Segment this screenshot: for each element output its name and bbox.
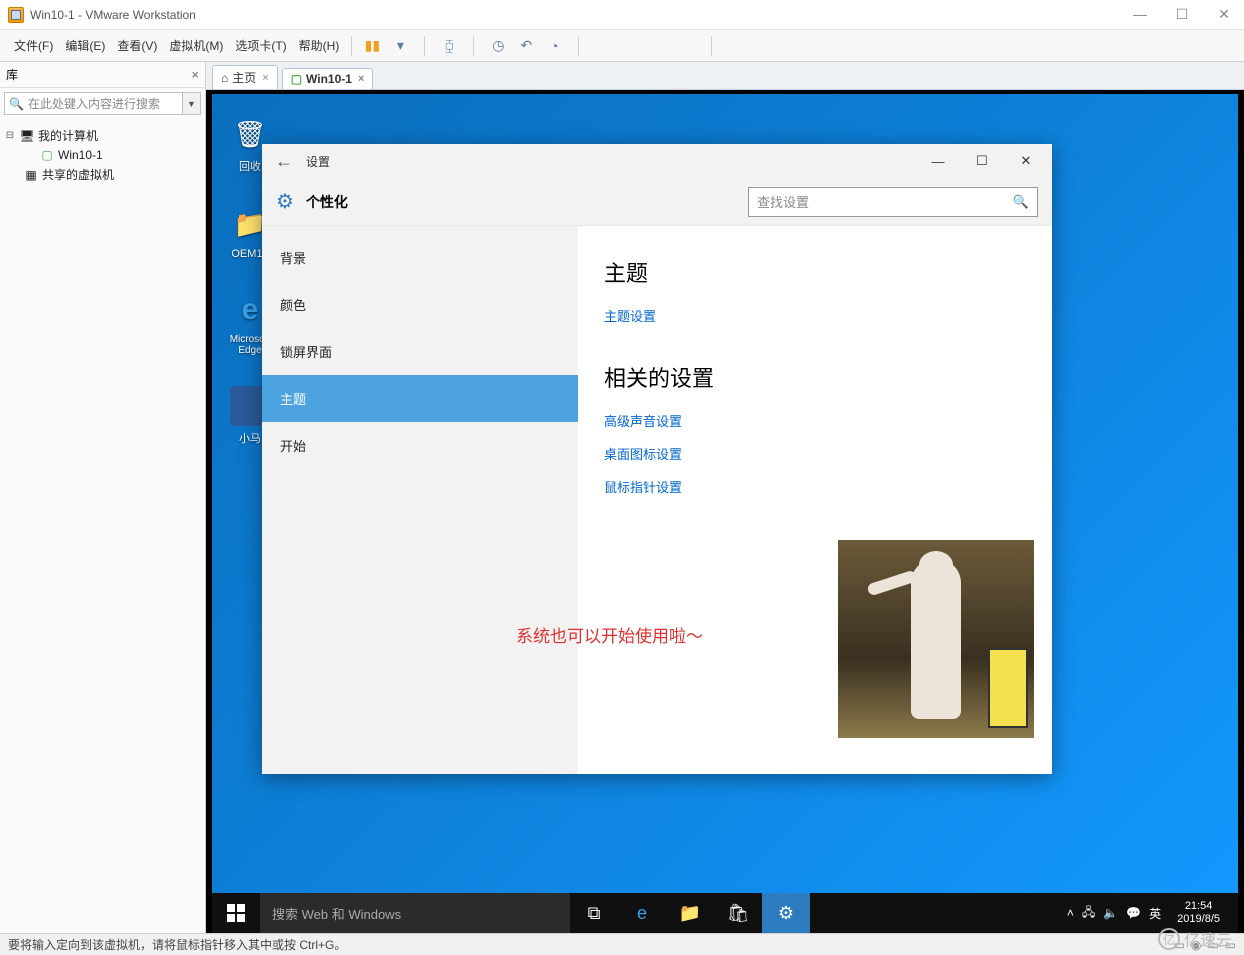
view-mode-1-icon[interactable] (593, 36, 613, 56)
system-tray: ˄ 🖧 🔈 💬 英 21:54 2019/8/5 (1057, 900, 1238, 926)
task-view-icon[interactable]: ⧉ (570, 893, 618, 933)
nav-lockscreen[interactable]: 锁屏界面 (262, 328, 578, 375)
tab-strip: ⌂ 主页 × ▢ Win10-1 × (206, 62, 1244, 90)
vm-tab-icon: ▢ (291, 72, 302, 86)
tab-home[interactable]: ⌂ 主页 × (212, 65, 278, 89)
toolbar-dropdown-icon[interactable]: ▾ (390, 36, 410, 56)
library-search-input[interactable]: 🔍 在此处键入内容进行搜索 (4, 92, 183, 115)
maximize-button[interactable]: ☐ (1170, 6, 1194, 23)
home-icon: ⌂ (221, 71, 228, 85)
vmware-app-icon (8, 7, 24, 23)
watermark: 亿 亿速云 (1158, 927, 1232, 951)
advanced-sound-link[interactable]: 高级声音设置 (604, 411, 1026, 430)
host-window-title: Win10-1 - VMware Workstation (30, 8, 196, 22)
desktop-icons-link[interactable]: 桌面图标设置 (604, 444, 1026, 463)
menu-file[interactable]: 文件(F) (8, 37, 59, 54)
library-close-icon[interactable]: × (191, 67, 199, 82)
tray-ime-indicator[interactable]: 英 (1149, 905, 1161, 922)
vm-icon: ▢ (40, 148, 54, 162)
taskbar-store-icon[interactable]: 🛍 (714, 893, 762, 933)
tab-close-icon[interactable]: × (358, 73, 364, 85)
host-titlebar: Win10-1 - VMware Workstation ― ☐ ✕ (0, 0, 1244, 30)
menu-view[interactable]: 查看(V) (111, 37, 163, 54)
search-icon: 🔍 (9, 97, 24, 111)
revert-icon[interactable]: ↶ (516, 36, 536, 56)
view-mode-4-icon[interactable] (677, 36, 697, 56)
taskbar-settings-icon[interactable]: ⚙ (762, 893, 810, 933)
mouse-pointer-link[interactable]: 鼠标指针设置 (604, 477, 1026, 496)
computer-icon: 🖥 (20, 129, 34, 143)
search-dropdown-button[interactable]: ▼ (183, 92, 201, 115)
menu-tabs[interactable]: 选项卡(T) (229, 37, 292, 54)
minimize-button[interactable]: ― (1128, 6, 1152, 23)
gear-icon: ⚙ (276, 189, 294, 214)
taskbar-edge-icon[interactable]: e (618, 893, 666, 933)
settings-window: ← 设置 ― ☐ ✕ ⚙ 个性化 查找设置 🔍 (262, 144, 1052, 774)
tray-notifications-icon[interactable]: 💬 (1126, 906, 1141, 920)
meme-image (838, 540, 1034, 738)
close-button[interactable]: ✕ (1212, 6, 1236, 23)
settings-content: 主题 主题设置 相关的设置 高级声音设置 桌面图标设置 鼠标指针设置 系统也可以… (578, 226, 1052, 774)
taskbar-search-input[interactable]: 搜索 Web 和 Windows (260, 893, 570, 933)
settings-titlebar: ← 设置 ― ☐ ✕ (262, 144, 1052, 178)
taskbar-clock[interactable]: 21:54 2019/8/5 (1169, 900, 1228, 926)
settings-nav: 背景 颜色 锁屏界面 主题 开始 (262, 226, 578, 774)
related-heading: 相关的设置 (604, 361, 1026, 393)
tab-win10-1[interactable]: ▢ Win10-1 × (282, 68, 374, 89)
settings-close-button[interactable]: ✕ (1004, 144, 1048, 178)
theme-settings-link[interactable]: 主题设置 (604, 306, 1026, 325)
nav-colors[interactable]: 颜色 (262, 281, 578, 328)
manage-snapshot-icon[interactable]: ◔ (544, 36, 564, 56)
snapshot-icon[interactable]: ◷ (488, 36, 508, 56)
library-tree: ⊟ 🖥 我的计算机 ▢ Win10-1 ▦ 共享的虚拟机 (0, 119, 205, 191)
menu-edit[interactable]: 编辑(E) (59, 37, 111, 54)
library-icon[interactable] (726, 36, 746, 56)
themes-heading: 主题 (604, 256, 1026, 288)
nav-background[interactable]: 背景 (262, 234, 578, 281)
status-text: 要将输入定向到该虚拟机，请将鼠标指针移入其中或按 Ctrl+G。 (8, 936, 346, 953)
nav-start[interactable]: 开始 (262, 422, 578, 469)
taskbar-explorer-icon[interactable]: 📁 (666, 893, 714, 933)
tray-volume-icon[interactable]: 🔈 (1103, 906, 1118, 920)
pause-icon[interactable]: ▮▮ (362, 36, 382, 56)
host-statusbar: 要将输入定向到该虚拟机，请将鼠标指针移入其中或按 Ctrl+G。 ▭ ◉ ▭ ▭ (0, 933, 1244, 955)
settings-maximize-button[interactable]: ☐ (960, 144, 1004, 178)
windows-taskbar: 搜索 Web 和 Windows ⧉ e 📁 🛍 ⚙ ˄ 🖧 🔈 💬 英 (212, 893, 1238, 933)
menu-vm[interactable]: 虚拟机(M) (163, 37, 229, 54)
watermark-icon: 亿 (1158, 928, 1180, 950)
settings-minimize-button[interactable]: ― (916, 144, 960, 178)
menubar: 文件(F) 编辑(E) 查看(V) 虚拟机(M) 选项卡(T) 帮助(H) ▮▮… (0, 30, 1244, 62)
tray-chevron-icon[interactable]: ˄ (1067, 906, 1074, 920)
annotation-text: 系统也可以开始使用啦～ (516, 622, 703, 647)
toolbar: ▮▮ ▾ ⧮ ◷ ↶ ◔ (362, 36, 746, 56)
back-button[interactable]: ← (266, 151, 302, 172)
host-window-controls: ― ☐ ✕ (1128, 6, 1236, 23)
library-search-placeholder: 在此处键入内容进行搜索 (28, 95, 160, 112)
tray-network-icon[interactable]: 🖧 (1082, 903, 1095, 924)
vm-display[interactable]: 🗑 回收 📁 OEM10 e Microsoft Edge 小马 (206, 90, 1244, 933)
tree-shared-vms[interactable]: ▦ 共享的虚拟机 (4, 164, 201, 185)
settings-header: ⚙ 个性化 查找设置 🔍 (262, 178, 1052, 226)
settings-window-title: 设置 (306, 153, 330, 170)
search-icon: 🔍 (1013, 194, 1029, 210)
start-button[interactable] (212, 893, 260, 933)
settings-category-title: 个性化 (306, 192, 348, 212)
guest-desktop[interactable]: 🗑 回收 📁 OEM10 e Microsoft Edge 小马 (212, 94, 1238, 933)
tree-my-computer[interactable]: ⊟ 🖥 我的计算机 (4, 125, 201, 146)
menu-help[interactable]: 帮助(H) (293, 37, 346, 54)
send-keys-icon[interactable]: ⧮ (439, 36, 459, 56)
view-mode-3-icon[interactable] (649, 36, 669, 56)
library-panel: 库 × 🔍 在此处键入内容进行搜索 ▼ ⊟ 🖥 我的计算机 ▢ Win10-1 … (0, 62, 206, 933)
library-title: 库 (6, 66, 18, 83)
nav-themes[interactable]: 主题 (262, 375, 578, 422)
settings-search-input[interactable]: 查找设置 🔍 (748, 187, 1038, 217)
view-mode-2-icon[interactable] (621, 36, 641, 56)
shared-icon: ▦ (24, 168, 38, 182)
tab-close-icon[interactable]: × (262, 72, 268, 84)
tree-vm-win10-1[interactable]: ▢ Win10-1 (4, 146, 201, 164)
